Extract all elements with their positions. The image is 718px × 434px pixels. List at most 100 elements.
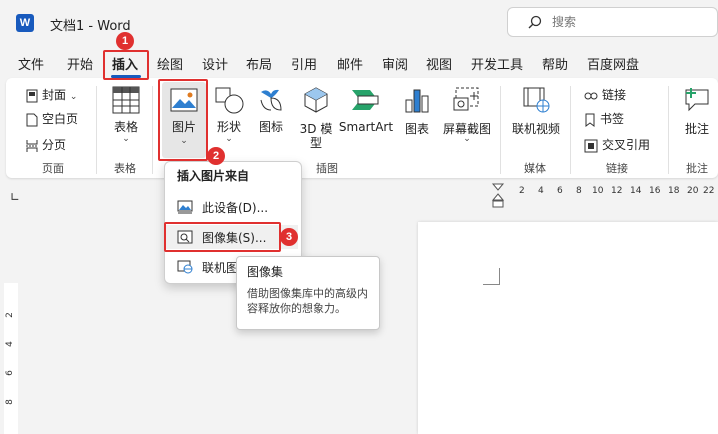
tab-design[interactable]: 设计: [202, 54, 228, 73]
search-icon: [528, 15, 542, 29]
document-page[interactable]: [418, 222, 718, 434]
chart-button[interactable]: 图表: [400, 86, 434, 146]
comments-group-label: 批注: [686, 162, 708, 175]
callout-badge-1: 1: [116, 32, 134, 50]
icons-label-line1: 图标: [258, 120, 283, 134]
blank-page-label: 空白页: [42, 112, 79, 126]
bar-chart-icon: [405, 89, 429, 113]
search-input[interactable]: [552, 14, 702, 30]
screenshot-icon: [453, 87, 479, 111]
link-button[interactable]: 链接: [584, 86, 626, 104]
smartart-label: SmartArt: [338, 120, 394, 134]
icons-button[interactable]: 图标: [256, 86, 286, 150]
online-pictures-icon: [177, 260, 193, 274]
word-logo-icon: W: [16, 14, 34, 32]
tooltip-description: 借助图像集库中的高级内容释放你的想象力。: [247, 287, 368, 315]
tab-review[interactable]: 审阅: [382, 54, 408, 73]
tooltip-title: 图像集: [247, 265, 284, 279]
bookmark-icon: [585, 113, 595, 127]
link-icon: [584, 92, 598, 99]
page-margin-corner: [483, 268, 500, 285]
callout-highlight-pictures: [158, 79, 208, 161]
search-box[interactable]: [507, 7, 718, 37]
ruler-tick: 18: [668, 186, 680, 196]
page-break-button[interactable]: 分页: [26, 136, 66, 154]
links-group-label: 链接: [606, 162, 628, 175]
comment-button[interactable]: 批注: [676, 86, 718, 146]
table-label: 表格: [113, 120, 138, 134]
new-comment-icon: [685, 88, 709, 112]
ruler-tick: 4: [538, 186, 544, 196]
dropdown-header: 插入图片来自: [177, 169, 250, 183]
online-pictures-label: 联机图: [202, 261, 239, 275]
shapes-button[interactable]: 形状 ⌄: [212, 86, 246, 146]
ruler-tick: 2: [4, 312, 15, 318]
table-button[interactable]: 表格 ⌄: [108, 86, 144, 146]
cross-reference-icon: [584, 139, 598, 152]
chevron-down-icon: ⌄: [225, 134, 233, 144]
3d-models-button[interactable]: 3D 模 型: [298, 86, 334, 150]
callout-badge-3: 3: [280, 228, 298, 246]
cover-page-icon: [26, 89, 38, 102]
ruler-tick: 4: [4, 341, 15, 347]
tab-layout[interactable]: 布局: [246, 54, 272, 73]
chevron-down-icon: ⌄: [463, 134, 471, 144]
page-break-label: 分页: [42, 138, 67, 152]
online-video-label: 联机视频: [511, 122, 560, 136]
ruler-tick: 10: [592, 186, 604, 196]
ruler-tick: 2: [519, 186, 525, 196]
group-divider: [570, 86, 571, 174]
tab-draw[interactable]: 绘图: [157, 54, 183, 73]
shapes-label: 形状: [216, 120, 241, 134]
bookmark-label: 书签: [600, 112, 625, 126]
callout-highlight-insert-tab: [103, 50, 149, 80]
chevron-down-icon: ⌄: [122, 134, 130, 144]
ruler-tick: 6: [557, 186, 563, 196]
tab-stop-selector[interactable]: ∟: [10, 190, 20, 204]
tab-view[interactable]: 视图: [426, 54, 452, 73]
group-divider: [96, 86, 97, 174]
callout-badge-2: 2: [207, 147, 225, 165]
this-device-label: 此设备(D)...: [202, 201, 269, 215]
title-bar: W 文档1 - Word: [0, 0, 718, 46]
cover-page-button[interactable]: 封面 ⌄: [26, 86, 77, 104]
illustrations-group-label: 插图: [316, 162, 338, 175]
tab-mailings[interactable]: 邮件: [337, 54, 363, 73]
group-divider: [668, 86, 669, 174]
tab-baidu-netdisk[interactable]: 百度网盘: [587, 54, 639, 73]
ruler-tick: 16: [649, 186, 661, 196]
smartart-button[interactable]: SmartArt: [338, 86, 394, 146]
smartart-icon: [352, 90, 379, 110]
ruler-tick: 8: [576, 186, 582, 196]
tab-file[interactable]: 文件: [18, 54, 44, 73]
ruler-tick: 22: [703, 186, 715, 196]
link-label: 链接: [602, 88, 627, 102]
icons-icon: [260, 89, 282, 111]
group-divider: [500, 86, 501, 174]
group-divider: [152, 86, 153, 174]
3d-models-label-line2: 型: [309, 136, 322, 150]
media-group-label: 媒体: [524, 162, 546, 175]
shapes-icon: [215, 87, 244, 114]
cross-reference-button[interactable]: 交叉引用: [584, 136, 650, 154]
comment-label: 批注: [684, 122, 709, 136]
ruler-tick: 14: [630, 186, 642, 196]
menu-item-this-device[interactable]: 此设备(D)...: [166, 195, 298, 219]
page-break-icon: [26, 139, 38, 152]
tab-developer[interactable]: 开发工具: [471, 54, 523, 73]
vertical-ruler: [4, 283, 18, 434]
cover-page-label: 封面: [42, 88, 67, 102]
pages-group-label: 页面: [42, 162, 64, 175]
table-icon: [112, 86, 140, 114]
ruler-tick: 12: [611, 186, 623, 196]
this-device-icon: [177, 200, 193, 214]
blank-page-button[interactable]: 空白页: [26, 110, 78, 128]
tab-references[interactable]: 引用: [291, 54, 317, 73]
tab-help[interactable]: 帮助: [542, 54, 568, 73]
document-title: 文档1 - Word: [50, 19, 131, 34]
screenshot-button[interactable]: 屏幕截图 ⌄: [440, 86, 494, 150]
ruler-indent-marker[interactable]: [491, 183, 505, 209]
tab-home[interactable]: 开始: [67, 54, 93, 73]
online-video-button[interactable]: 联机视频: [508, 86, 564, 146]
bookmark-button[interactable]: 书签: [584, 110, 624, 128]
